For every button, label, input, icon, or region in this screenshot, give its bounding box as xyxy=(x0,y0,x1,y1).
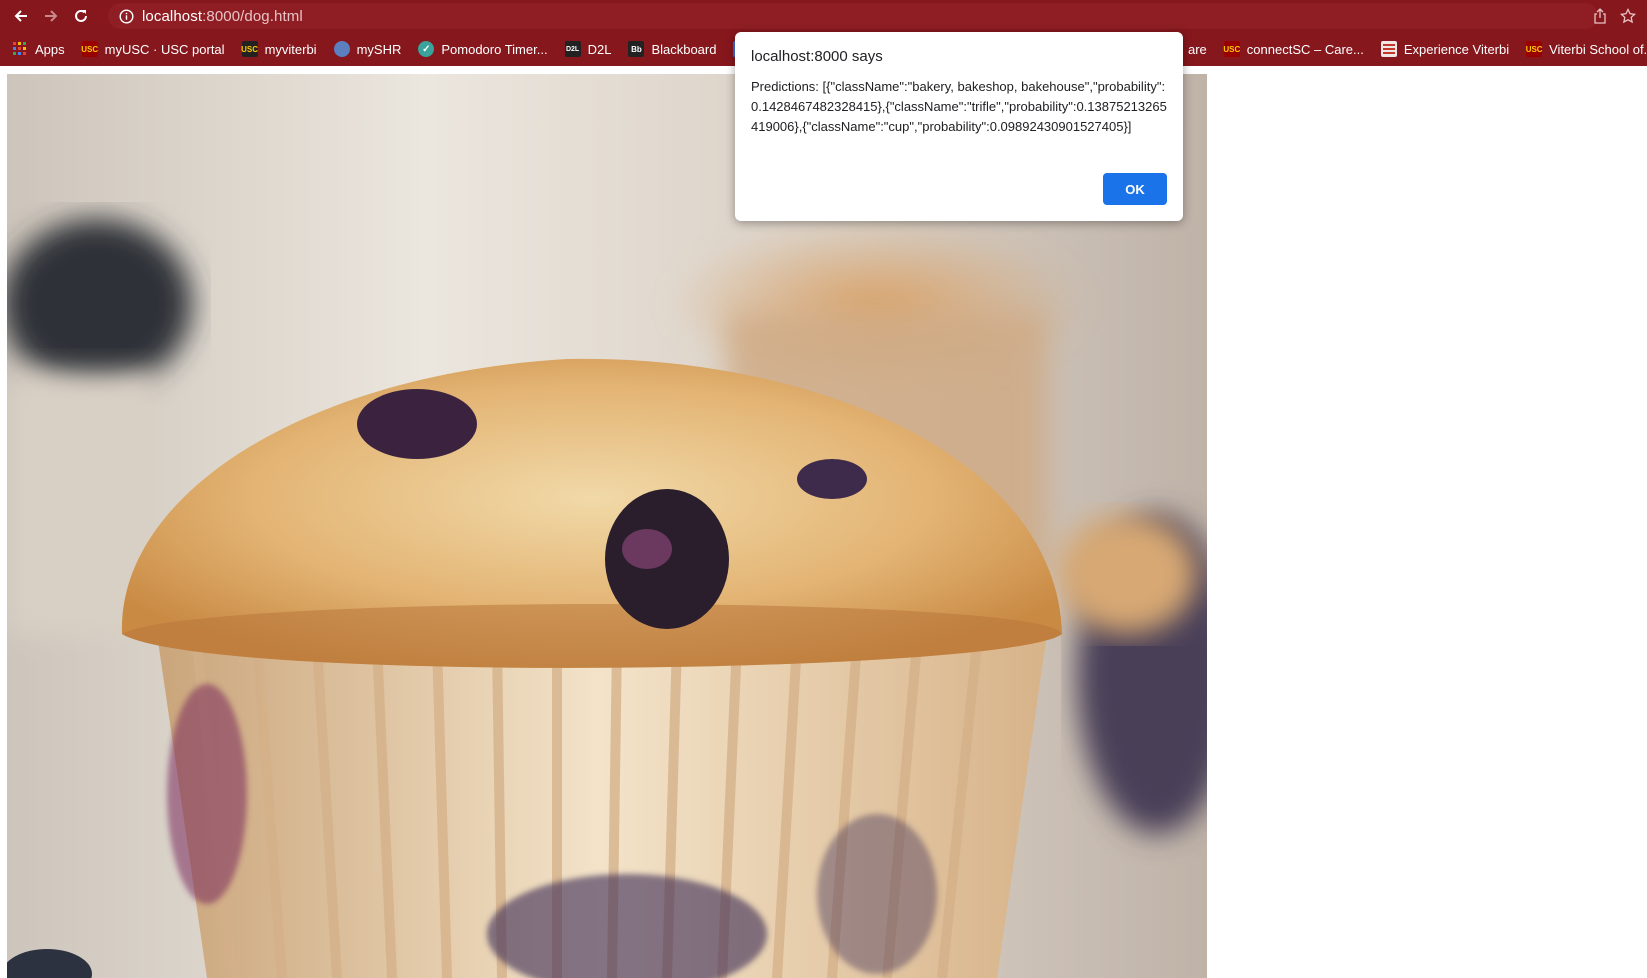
dialog-title: localhost:8000 says xyxy=(751,48,883,65)
bb-icon: Bb xyxy=(628,41,645,57)
bookmark-d2l[interactable]: D2L D2L xyxy=(564,37,612,61)
bookmark-experience-viterbi[interactable]: Experience Viterbi xyxy=(1380,37,1510,61)
url-path: :8000/dog.html xyxy=(202,7,303,25)
back-arrow-icon xyxy=(14,10,27,22)
usc-icon: USC xyxy=(1223,41,1240,57)
usc-icon: USC xyxy=(241,41,258,57)
share-icon xyxy=(1594,8,1606,24)
alert-dialog: localhost:8000 says Predictions: [{"clas… xyxy=(735,32,1183,221)
info-icon[interactable] xyxy=(118,8,134,24)
bookmark-myviterbi[interactable]: USC myviterbi xyxy=(241,37,317,61)
bookmark-pomodoro[interactable]: ✓ Pomodoro Timer... xyxy=(418,37,548,61)
back-button[interactable] xyxy=(6,0,36,32)
url-text: localhost:8000/dog.html xyxy=(142,8,303,25)
dialog-message: Predictions: [{"className":"bakery, bake… xyxy=(751,79,1167,134)
bookmark-label: mySHR xyxy=(356,41,402,57)
bookmark-label: Pomodoro Timer... xyxy=(441,41,548,57)
bookmark-myshr[interactable]: mySHR xyxy=(333,37,402,61)
bookmark-connectsc[interactable]: USC connectSC – Care... xyxy=(1223,37,1364,61)
share-button[interactable] xyxy=(1590,6,1610,26)
forward-button[interactable] xyxy=(36,0,66,32)
bookmark-label: D2L xyxy=(587,41,612,57)
bookmark-label: Blackboard xyxy=(651,41,717,57)
ok-button[interactable]: OK xyxy=(1103,173,1167,205)
bookmark-myusc[interactable]: USC myUSC · USC portal xyxy=(81,37,225,61)
bookmarks-right: are USC connectSC – Care... Experience V… xyxy=(1188,32,1647,66)
bookmark-label: myUSC · USC portal xyxy=(104,41,225,57)
reload-button[interactable] xyxy=(66,0,96,32)
usc-icon: USC xyxy=(1526,41,1543,57)
bookmark-label: Viterbi School of... xyxy=(1549,41,1647,57)
flag-icon xyxy=(1380,41,1397,57)
browser-toolbar: localhost:8000/dog.html xyxy=(0,0,1647,32)
bookmark-star-button[interactable] xyxy=(1618,6,1638,26)
bookmark-apps[interactable]: Apps xyxy=(12,37,65,61)
bookmark-blackboard[interactable]: Bb Blackboard xyxy=(628,37,716,61)
apps-grid-icon xyxy=(12,41,28,57)
bookmark-label: myviterbi xyxy=(264,41,317,57)
bookmark-label: Experience Viterbi xyxy=(1403,41,1510,57)
usc-icon: USC xyxy=(81,41,98,57)
bookmark-viterbi-school[interactable]: USC Viterbi School of... xyxy=(1526,37,1647,61)
bookmark-care[interactable]: are xyxy=(1188,37,1207,61)
forward-arrow-icon xyxy=(45,10,58,22)
d2l-icon: D2L xyxy=(564,41,581,57)
check-circle-icon: ✓ xyxy=(418,41,435,57)
bookmark-label: connectSC – Care... xyxy=(1246,41,1364,57)
bookmark-label: are xyxy=(1188,41,1207,57)
globe-icon xyxy=(333,41,350,57)
bookmark-label: Apps xyxy=(35,41,65,57)
url-host: localhost xyxy=(142,7,203,25)
reload-icon xyxy=(75,9,87,22)
address-bar[interactable]: localhost:8000/dog.html xyxy=(108,3,1598,29)
star-icon xyxy=(1620,8,1636,24)
